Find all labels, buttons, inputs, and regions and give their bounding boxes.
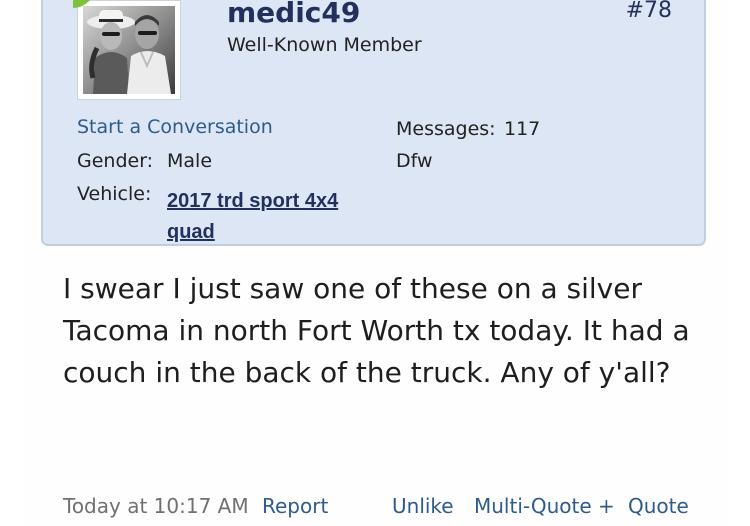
vehicle-link[interactable]: 2017 trd sport 4x4 quad [167, 186, 382, 248]
user-location: Dfw [396, 150, 433, 172]
post-date[interactable]: Today at 10:17 AM [63, 494, 249, 518]
post-number-link[interactable]: #78 [626, 0, 672, 23]
quote-link[interactable]: Quote [628, 494, 689, 518]
avatar-image [83, 6, 175, 94]
gender-label: Gender: [77, 150, 154, 172]
forum-post: medic49 Well-Known Member #78 Start a Co… [22, 0, 728, 526]
avatar-photo [83, 6, 175, 94]
message-text: I swear I just saw one of these on a sil… [63, 272, 690, 389]
user-title: Well-Known Member [227, 34, 422, 56]
user-info-card: medic49 Well-Known Member #78 Start a Co… [41, 0, 706, 246]
page-left-rail [0, 0, 23, 526]
username[interactable]: medic49 [227, 0, 360, 29]
unlike-link[interactable]: Unlike [392, 494, 454, 518]
gender-value: Male [167, 150, 213, 172]
report-link[interactable]: Report [262, 494, 328, 518]
avatar[interactable] [77, 0, 181, 100]
multi-quote-link[interactable]: Multi-Quote + [474, 494, 615, 518]
vehicle-label: Vehicle: [77, 183, 152, 205]
page-right-rail [727, 0, 750, 526]
messages-count[interactable]: 117 [504, 118, 540, 140]
messages-label: Messages: [396, 118, 496, 140]
start-conversation-link[interactable]: Start a Conversation [77, 116, 273, 138]
